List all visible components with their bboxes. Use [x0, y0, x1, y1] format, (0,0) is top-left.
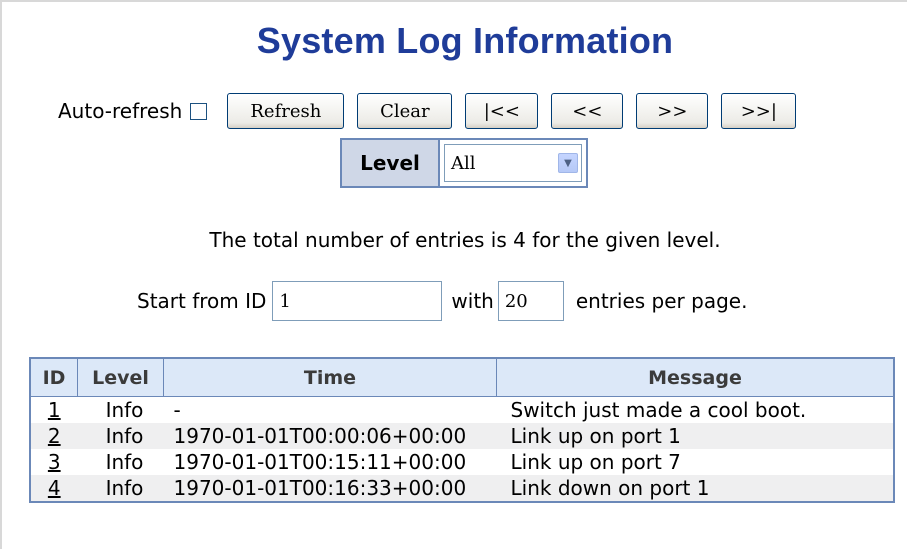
row-message-cell: Link up on port 1: [496, 423, 894, 449]
first-page-button[interactable]: |<<: [465, 93, 539, 129]
row-id-cell: 4: [30, 475, 78, 502]
page-title: System Log Information: [256, 20, 674, 61]
row-id-cell: 2: [30, 423, 78, 449]
start-from-label: Start from ID: [137, 289, 267, 313]
clear-button[interactable]: Clear: [357, 93, 453, 129]
entries-per-page-input[interactable]: 20: [497, 281, 564, 321]
row-message-cell: Switch just made a cool boot.: [510, 398, 807, 422]
log-entry-link[interactable]: 4: [48, 476, 61, 500]
toolbar: Auto-refresh Refresh Clear |<< << >> >>|: [58, 91, 797, 131]
with-label: with: [451, 289, 494, 313]
auto-refresh-checkbox[interactable]: [190, 102, 208, 120]
row-id-cell: 1: [30, 397, 78, 424]
row-level-cell: Info: [105, 450, 144, 474]
entries-per-page-label: entries per page.: [575, 289, 748, 313]
row-message-cell: Link down on port 1: [496, 475, 894, 502]
refresh-button[interactable]: Refresh: [227, 93, 345, 129]
row-time-cell: 1970-01-01T00:16:33+00:00: [163, 475, 497, 502]
row-level-cell: Info: [105, 398, 144, 422]
auto-refresh-label: Auto-refresh: [58, 99, 183, 123]
row-message-cell: Link up on port 7: [510, 450, 681, 474]
next-page-button[interactable]: >>: [636, 93, 709, 129]
level-select-wrap: All ▼: [440, 140, 586, 186]
entries-summary: The total number of entries is 4 for the…: [209, 228, 721, 252]
row-level-cell: Info: [77, 423, 164, 449]
table-header-row: ID Level Time Message: [30, 358, 894, 397]
frame-top-border: [0, 0, 907, 2]
level-select-value: All: [451, 152, 476, 174]
row-level-cell: Info: [77, 475, 164, 502]
paging-row: Start from ID 1 with 20 entries per page…: [137, 279, 747, 323]
table-row: 1 Info - Switch just made a cool boot.: [30, 397, 894, 424]
table-row: 4 Info 1970-01-01T00:16:33+00:00 Link do…: [30, 475, 894, 502]
log-entry-link[interactable]: 3: [48, 450, 61, 474]
row-time-cell: -: [173, 398, 181, 422]
table-row: 3 Info 1970-01-01T00:15:11+00:00 Link up…: [30, 449, 894, 475]
column-header-id: ID: [30, 358, 78, 397]
frame-left-border: [0, 0, 2, 549]
start-id-input[interactable]: 1: [272, 281, 443, 321]
row-id-cell: 3: [30, 449, 78, 475]
chevron-down-icon[interactable]: ▼: [558, 153, 578, 173]
column-header-level: Level: [77, 358, 164, 397]
row-time-cell: 1970-01-01T00:00:06+00:00: [163, 423, 497, 449]
column-header-message: Message: [496, 358, 894, 397]
column-header-time: Time: [163, 358, 497, 397]
last-page-button[interactable]: >>|: [721, 93, 797, 129]
log-entry-link[interactable]: 1: [48, 398, 61, 422]
log-entry-link[interactable]: 2: [48, 424, 61, 448]
table-row: 2 Info 1970-01-01T00:00:06+00:00 Link up…: [30, 423, 894, 449]
level-filter: Level All ▼: [340, 138, 588, 188]
level-filter-label: Level: [342, 140, 440, 186]
previous-page-button[interactable]: <<: [551, 93, 624, 129]
system-log-table: ID Level Time Message 1 Info - Switch ju…: [29, 357, 895, 503]
level-select[interactable]: All ▼: [444, 144, 582, 182]
row-time-cell: 1970-01-01T00:15:11+00:00: [173, 450, 467, 474]
